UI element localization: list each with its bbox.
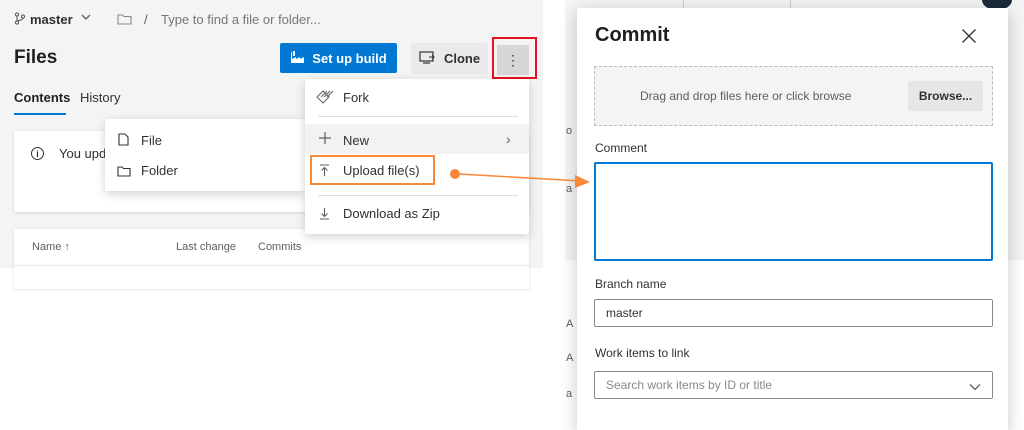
browse-button[interactable]: Browse... (908, 81, 983, 111)
info-icon: i (31, 147, 44, 160)
tab-selected-indicator (14, 113, 66, 115)
more-actions-highlight (492, 37, 537, 79)
tab-contents[interactable]: Contents (14, 90, 70, 105)
column-header-commits[interactable]: Commits (258, 241, 301, 253)
background-divider (790, 0, 791, 8)
dialog-title: Commit (595, 24, 670, 46)
menu-divider (318, 116, 518, 117)
file-table (14, 229, 529, 289)
build-icon (290, 50, 305, 67)
tab-history[interactable]: History (80, 90, 120, 105)
work-items-search-input[interactable] (594, 371, 993, 399)
folder-icon (117, 13, 132, 25)
branch-selector[interactable]: master (30, 12, 73, 27)
upload-highlight (310, 155, 435, 185)
path-separator: / (144, 12, 148, 27)
new-submenu (105, 119, 305, 191)
menu-item-fork[interactable]: Fork (343, 90, 369, 105)
menu-item-new-label: New (343, 133, 370, 148)
setup-build-button[interactable]: Set up build (280, 43, 397, 73)
path-search-input[interactable]: Type to find a file or folder... (161, 12, 321, 27)
menu-divider (318, 195, 518, 196)
clone-icon (419, 50, 435, 67)
folder-icon (117, 165, 131, 177)
table-divider (14, 265, 529, 266)
submenu-item-folder[interactable]: Folder (141, 163, 178, 178)
comment-field[interactable] (594, 162, 993, 261)
download-icon (319, 207, 330, 220)
column-header-name[interactable]: Name ↑ (32, 241, 70, 253)
comment-label: Comment (595, 141, 648, 155)
dropzone-text: Drag and drop files here or click browse (640, 89, 852, 103)
chevron-down-icon[interactable] (80, 11, 92, 23)
menu-item-download-zip[interactable]: Download as Zip (343, 206, 440, 221)
clone-button[interactable]: Clone (411, 43, 488, 74)
branch-icon (14, 12, 26, 28)
chevron-down-icon[interactable] (969, 380, 981, 391)
clone-label: Clone (443, 51, 481, 66)
callout-arrow (450, 169, 590, 188)
menu-item-new[interactable] (305, 124, 529, 154)
branch-name-label: Branch name (595, 277, 667, 291)
info-banner-text: You upd (59, 146, 107, 161)
fork-icon (316, 90, 334, 107)
background-divider (683, 0, 684, 8)
plus-icon (318, 131, 332, 148)
branch-name-input[interactable] (594, 299, 993, 327)
close-icon[interactable] (961, 28, 977, 44)
work-items-label: Work items to link (595, 346, 690, 360)
page-title: Files (14, 47, 58, 68)
submenu-item-file[interactable]: File (141, 133, 162, 148)
file-icon (118, 133, 129, 146)
column-header-last-change[interactable]: Last change (176, 241, 236, 253)
chevron-right-icon: › (506, 131, 511, 147)
setup-build-label: Set up build (312, 50, 387, 66)
